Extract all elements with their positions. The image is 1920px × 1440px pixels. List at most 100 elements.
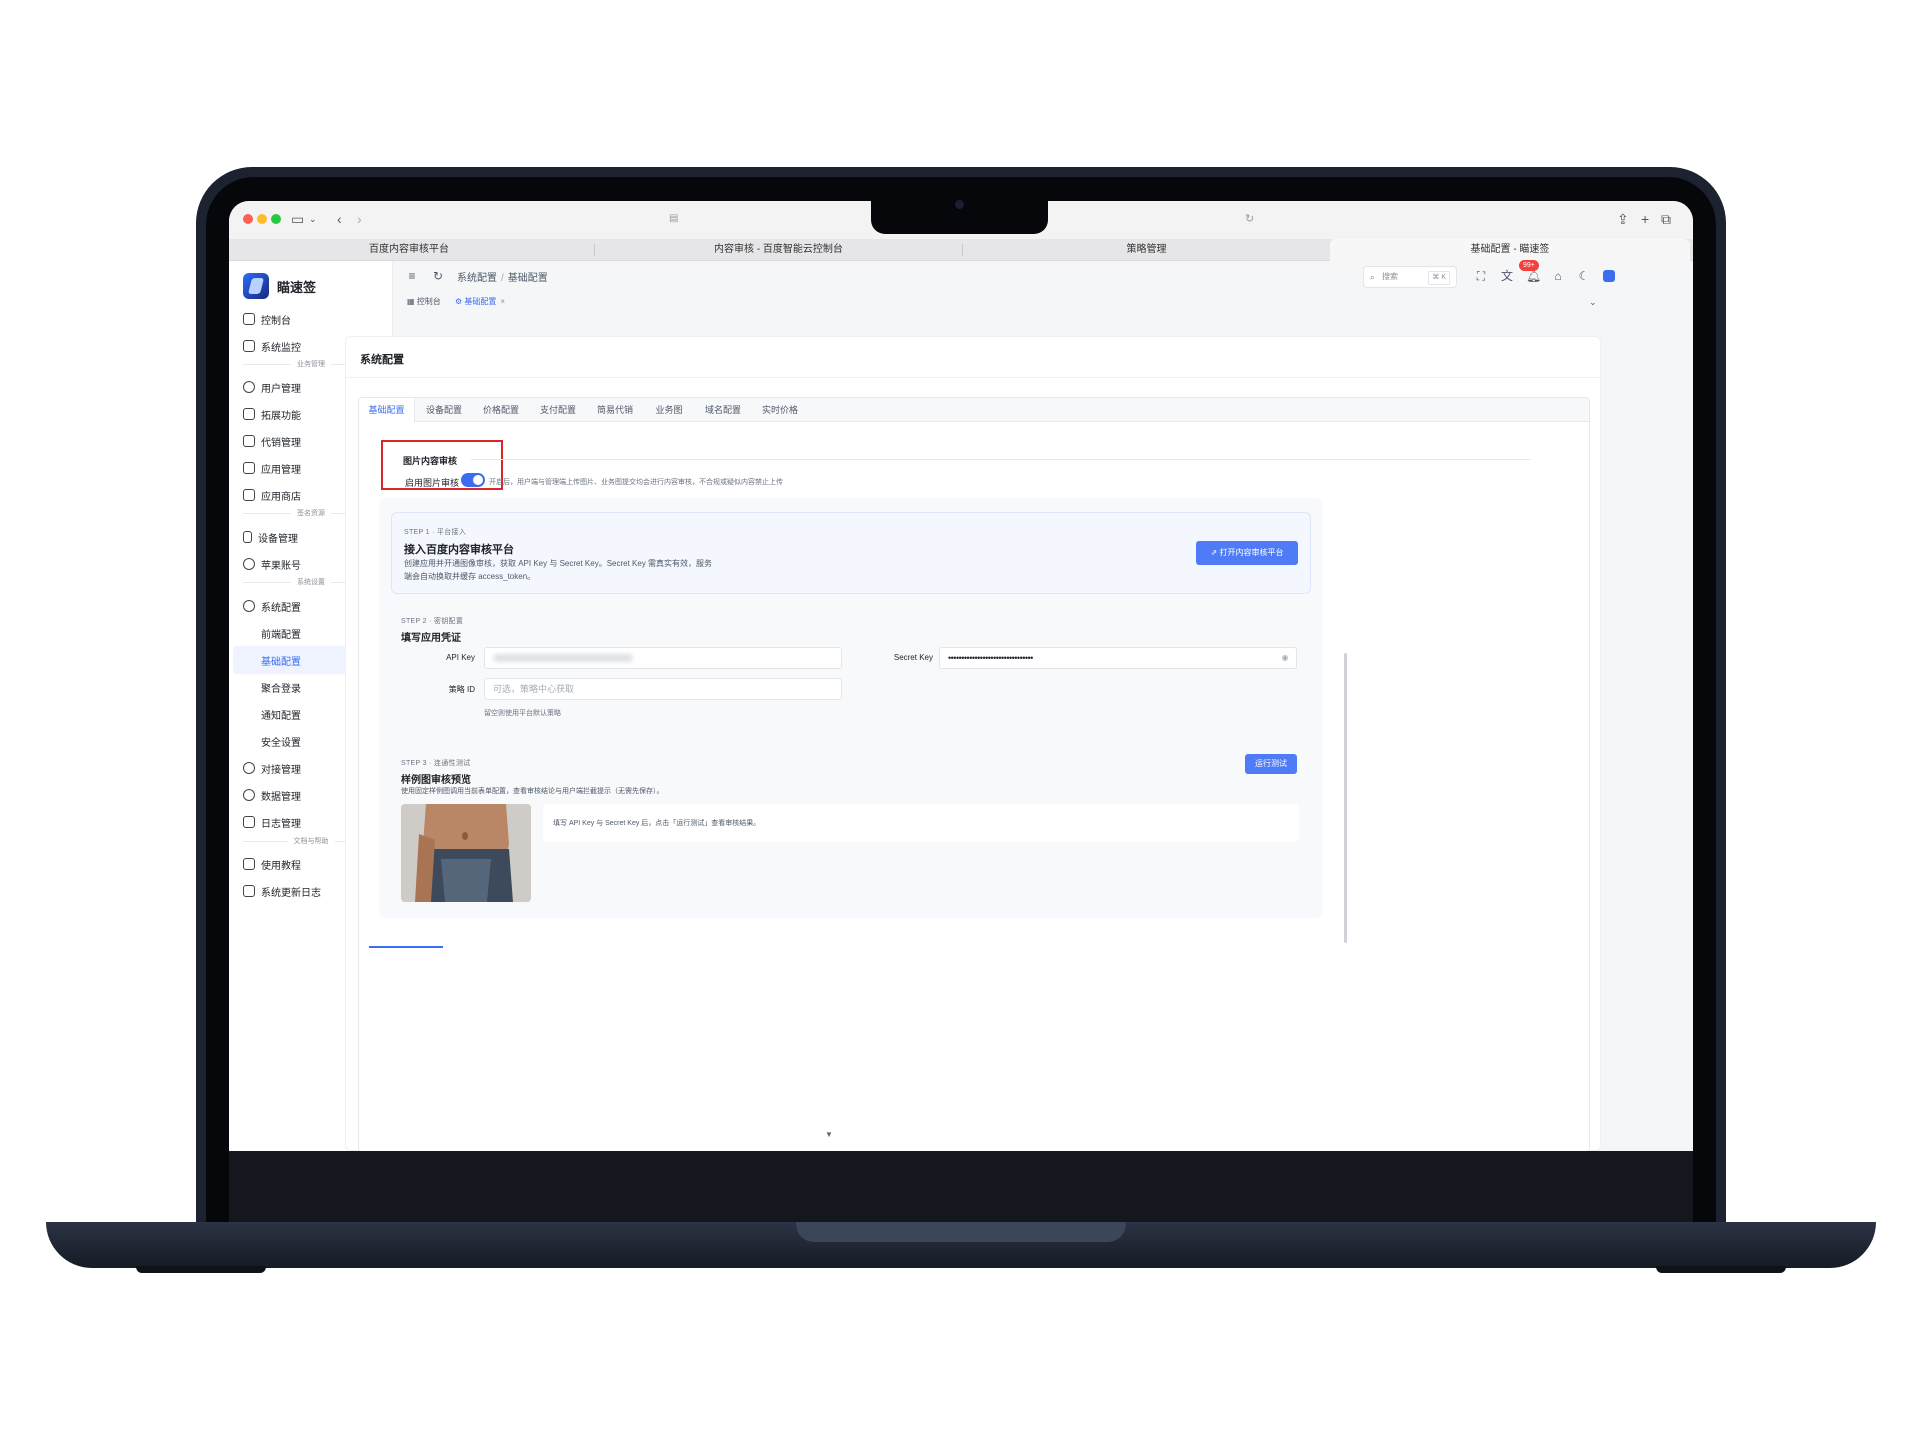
phone-icon <box>243 531 252 543</box>
tab-basic-config[interactable]: ⚙ 基础配置 × <box>449 293 511 311</box>
back-icon[interactable]: ‹ <box>337 209 342 229</box>
browser-tab[interactable]: 策略管理 <box>963 239 1330 261</box>
step1-eyebrow: STEP 1 · 平台接入 <box>404 529 467 536</box>
apps-icon <box>243 462 255 474</box>
secret-key-input[interactable]: •••••••••••••••••••••••••••••••• ◉ <box>939 647 1297 669</box>
tab-simple-resale[interactable]: 简易代销 <box>587 398 643 422</box>
policy-id-label: 策略 ID <box>448 685 475 694</box>
app: 瞄速签 控制台 系统监控 业务管理 用户管理 拓展功能 代销管理 应用管理 应用… <box>229 260 1693 1151</box>
moon-icon[interactable]: ☾ <box>1577 269 1591 283</box>
translate-icon[interactable]: 文 <box>1500 269 1514 283</box>
breadcrumb-item[interactable]: 系统配置 <box>457 273 497 284</box>
fullscreen-icon[interactable]: ⛶ <box>1474 269 1488 283</box>
section-title: 图片内容审核 <box>403 456 458 466</box>
step3-desc: 使用固定样例图调用当前表单配置，查看审核结论与用户端拦截提示（无需先保存）。 <box>401 788 664 795</box>
laptop-hinge-notch <box>796 1222 1126 1242</box>
laptop-chin <box>229 1151 1693 1227</box>
camera-icon <box>955 200 964 209</box>
laptop-foot-left <box>136 1266 266 1273</box>
page-info-icon[interactable]: ▤ <box>669 209 678 229</box>
extension-icon <box>243 408 255 420</box>
config-card: 系统配置 基础配置 设备配置 价格配置 支付配置 简易代销 业务图 域名配置 实… <box>345 336 1602 1151</box>
step1-desc-line1: 创建应用并开通图像审核，获取 API Key 与 Secret Key。Secr… <box>404 559 713 568</box>
close-icon[interactable]: × <box>500 297 505 306</box>
api-key-input[interactable] <box>484 647 842 669</box>
top-header: ≡ ↻ 系统配置 / 基础配置 ⌕ 搜索 ⌘ K ⛶ 文 🔔︎ 99+ ⌂ ☾ <box>393 260 1693 291</box>
book-icon <box>243 858 255 870</box>
step2-card: STEP 2 · 密钥配置 填写应用凭证 API Key Secret Key … <box>391 602 1311 736</box>
run-test-button[interactable]: 运行测试 <box>1245 754 1297 774</box>
avatar[interactable] <box>1603 270 1615 282</box>
tab-basic[interactable]: 基础配置 <box>359 398 415 422</box>
home-icon[interactable]: ⌂ <box>1551 269 1565 283</box>
eye-icon[interactable]: ◉ <box>1282 648 1289 668</box>
open-moderation-platform-button[interactable]: ⇗ 打开内容审核平台 <box>1196 541 1298 565</box>
scrollbar[interactable] <box>1344 653 1347 943</box>
step3-title: 样例图审核预览 <box>401 775 471 786</box>
breadcrumb-current: 基础配置 <box>507 273 548 284</box>
browser-tab[interactable]: 内容审核 - 百度智能云控制台 <box>595 239 962 261</box>
shop-icon <box>243 489 255 501</box>
tab-domain[interactable]: 域名配置 <box>695 398 751 422</box>
switch-label: 启用图片审核 <box>405 478 460 488</box>
notification-badge: 99+ <box>1519 260 1539 271</box>
share-icon[interactable]: ⇪ <box>1617 209 1629 229</box>
monitor-icon <box>243 340 255 352</box>
sidebar-item-dashboard[interactable]: 控制台 <box>233 305 387 333</box>
step3-eyebrow: STEP 3 · 连通性测试 <box>401 760 471 767</box>
tab-dashboard[interactable]: ▦ 控制台 <box>401 293 447 311</box>
toggle-knob <box>473 475 483 485</box>
tab-overview-icon[interactable]: ⧉ <box>1661 209 1671 229</box>
brand[interactable]: 瞄速签 <box>243 273 316 299</box>
step1-card: STEP 1 · 平台接入 接入百度内容审核平台 创建应用并开通图像审核，获取 … <box>391 512 1311 594</box>
page-tabs: ▦ 控制台 ⚙ 基础配置 × ⌄ <box>393 291 1693 315</box>
redacted-value <box>493 654 633 662</box>
chevron-down-icon[interactable]: ⌄ <box>309 209 317 229</box>
maximize-window-button[interactable] <box>271 214 281 224</box>
step1-title: 接入百度内容审核平台 <box>404 544 514 556</box>
browser-tab[interactable]: 百度内容审核平台 <box>289 239 529 261</box>
browser-tab-strip: 百度内容审核平台 内容审核 - 百度智能云控制台 策略管理 基础配置 - 瞄速签 <box>229 239 1693 261</box>
config-panel: 基础配置 设备配置 价格配置 支付配置 简易代销 业务图 域名配置 实时价格 图… <box>358 397 1590 1151</box>
divider <box>346 377 1602 378</box>
link-icon <box>243 762 255 774</box>
tab-payment[interactable]: 支付配置 <box>529 398 587 422</box>
chevron-down-icon[interactable]: ⌄ <box>1583 293 1603 311</box>
browser-tab-active[interactable]: 基础配置 - 瞄速签 <box>1330 239 1690 261</box>
divider <box>471 459 1531 460</box>
sample-image <box>401 804 531 902</box>
breadcrumb: 系统配置 / 基础配置 <box>457 273 548 284</box>
image-moderation-toggle[interactable] <box>461 473 485 487</box>
tab-device[interactable]: 设备配置 <box>415 398 473 422</box>
bell-icon[interactable]: 🔔︎ <box>1526 269 1541 283</box>
gear-icon: ⚙ <box>455 297 465 306</box>
apple-icon <box>243 558 255 570</box>
dashboard-icon: ▦ <box>407 297 417 306</box>
secret-key-label: Secret Key <box>893 653 933 662</box>
config-tabs: 基础配置 设备配置 价格配置 支付配置 简易代销 业务图 域名配置 实时价格 <box>359 398 1589 422</box>
forward-icon[interactable]: › <box>357 209 362 229</box>
tab-realtime-price[interactable]: 实时价格 <box>751 398 809 422</box>
search-icon: ⌕ <box>1370 272 1376 282</box>
active-indicator <box>369 946 443 948</box>
new-tab-icon[interactable]: + <box>1641 209 1649 229</box>
reload-icon[interactable]: ↻ <box>1245 209 1254 229</box>
refresh-icon[interactable]: ↻ <box>431 269 445 283</box>
menu-icon[interactable]: ≡ <box>405 269 419 283</box>
policy-id-input[interactable]: 可选，策略中心获取 <box>484 678 842 700</box>
minimize-window-button[interactable] <box>257 214 267 224</box>
log-icon <box>243 816 255 828</box>
card-title: 系统配置 <box>360 354 404 366</box>
tab-business-image[interactable]: 业务图 <box>643 398 695 422</box>
screen: ▭ ⌄ ‹ › ▤ ↻ ⇪ + ⧉ 百度内容审核平台 内容审核 - 百度智能云控… <box>229 201 1693 1151</box>
sidebar-toggle-icon[interactable]: ▭ <box>291 209 304 229</box>
switch-help-text: 开启后，用户端与管理端上传图片、业务图提交均会进行内容审核，不合规或疑似内容禁止… <box>489 479 783 486</box>
step1-desc-line2: 端会自动换取并缓存 access_token。 <box>404 572 536 581</box>
close-window-button[interactable] <box>243 214 253 224</box>
step2-eyebrow: STEP 2 · 密钥配置 <box>401 618 464 625</box>
store-icon <box>243 435 255 447</box>
camera-notch <box>871 200 1048 234</box>
search-input[interactable]: ⌕ 搜索 ⌘ K <box>1363 266 1457 288</box>
chevron-down-icon[interactable]: ▼ <box>825 1130 833 1139</box>
tab-price[interactable]: 价格配置 <box>473 398 529 422</box>
